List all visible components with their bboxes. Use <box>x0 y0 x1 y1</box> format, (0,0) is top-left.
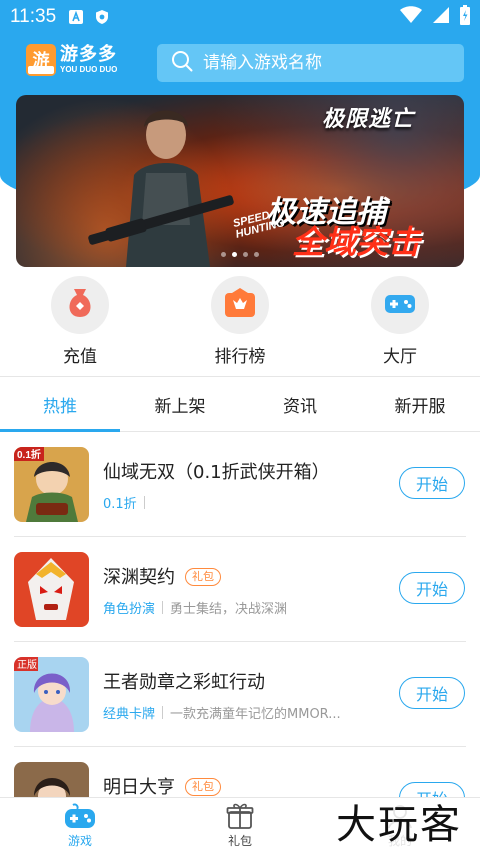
game-name: 仙域无双（0.1折武侠开箱） <box>103 462 330 483</box>
tab-news[interactable]: 资讯 <box>240 377 360 431</box>
game-tag: 0.1折 <box>103 497 137 512</box>
quick-action-label: 排行榜 <box>214 347 266 367</box>
nav-games[interactable]: 游戏 <box>30 802 130 849</box>
quick-action-recharge[interactable]: 充值 <box>30 276 130 367</box>
tab-new-arrivals[interactable]: 新上架 <box>120 377 240 431</box>
game-thumbnail[interactable] <box>14 762 89 797</box>
banner-dot[interactable] <box>243 252 248 257</box>
banner-game-logo: 极限逃亡 <box>322 107 415 132</box>
money-bag-icon <box>62 285 98 325</box>
signal-icon <box>432 6 450 28</box>
start-button[interactable]: 开始 <box>399 782 465 797</box>
game-list: 0.1折 仙域无双（0.1折武侠开箱） 0.1折 开始 深渊契约 礼包 角色扮演… <box>0 432 480 797</box>
wifi-icon <box>400 6 422 28</box>
app-screen: 11:35 游 游多多 YOU DUO DUO 请输入游戏名称 极限逃亡 极速追… <box>0 0 480 854</box>
banner-dot[interactable] <box>254 252 259 257</box>
search-input[interactable] <box>203 53 464 73</box>
banner-dot[interactable] <box>221 252 226 257</box>
app-name: 游多多 <box>60 44 117 65</box>
meta-divider <box>162 706 164 719</box>
quick-action-lobby[interactable]: 大厅 <box>350 276 450 367</box>
game-thumbnail[interactable]: 正版 <box>14 657 89 732</box>
status-time: 11:35 <box>10 6 57 27</box>
battery-icon <box>460 5 470 29</box>
logo-badge: 游 <box>26 44 56 76</box>
gift-badge: 礼包 <box>185 568 221 586</box>
quick-action-label: 充值 <box>63 347 97 367</box>
game-thumbnail[interactable]: 0.1折 <box>14 447 89 522</box>
category-tabs: 热推 新上架 资讯 新开服 <box>0 376 480 432</box>
soldier-illustration <box>88 110 234 267</box>
game-meta: 角色扮演 勇士集结，决战深渊 <box>103 598 287 617</box>
list-item[interactable]: 明日大亨礼包 开始 <box>0 747 480 797</box>
nav-gifts[interactable]: 礼包 <box>190 802 290 849</box>
gamepad-icon <box>382 285 418 325</box>
list-item[interactable]: 0.1折 仙域无双（0.1折武侠开箱） 0.1折 开始 <box>0 432 480 537</box>
meta-divider <box>143 496 145 509</box>
game-name: 王者勋章之彩虹行动 <box>103 672 265 693</box>
app-name-en: YOU DUO DUO <box>60 65 118 74</box>
promo-banner[interactable]: 极限逃亡 极速追捕 SPEED HUNTING 全域突击 <box>16 95 464 267</box>
watermark-text: 大玩客 <box>332 802 466 848</box>
shield-icon <box>94 9 110 25</box>
game-meta: 经典卡牌 一款充满童年记忆的MMOR... <box>103 703 341 722</box>
start-button[interactable]: 开始 <box>399 572 465 604</box>
banner-dot-active[interactable] <box>232 252 237 257</box>
quick-action-label: 大厅 <box>383 347 417 367</box>
quick-action-ranking[interactable]: 排行榜 <box>190 276 290 367</box>
meta-divider <box>162 601 164 614</box>
status-bar: 11:35 <box>0 0 480 34</box>
tab-hot[interactable]: 热推 <box>0 377 120 432</box>
game-thumbnail[interactable] <box>14 552 89 627</box>
game-thumbnail-badge: 正版 <box>17 658 37 671</box>
game-thumbnail-badge: 0.1折 <box>17 448 41 461</box>
nav-label: 礼包 <box>227 834 252 848</box>
search-icon <box>171 50 193 76</box>
search-bar[interactable] <box>157 44 464 82</box>
game-name: 深渊契约 礼包 <box>103 563 221 589</box>
game-tag: 经典卡牌 <box>103 707 156 722</box>
game-name: 明日大亨 礼包 <box>103 773 221 797</box>
tab-new-servers[interactable]: 新开服 <box>360 377 480 431</box>
start-button[interactable]: 开始 <box>399 677 465 709</box>
list-item[interactable]: 深渊契约 礼包 角色扮演 勇士集结，决战深渊 开始 <box>0 537 480 642</box>
start-button[interactable]: 开始 <box>399 467 465 499</box>
gamepad-icon <box>64 803 96 832</box>
quick-actions: 充值 排行榜 大厅 <box>0 276 480 372</box>
game-description: 勇士集结，决战深渊 <box>170 602 288 617</box>
notification-a-icon <box>68 9 84 25</box>
game-meta: 0.1折 <box>103 493 152 512</box>
game-description: 一款充满童年记忆的MMOR... <box>170 707 341 722</box>
gift-badge: 礼包 <box>185 778 221 796</box>
list-item[interactable]: 正版 王者勋章之彩虹行动 经典卡牌 一款充满童年记忆的MMOR... 开始 <box>0 642 480 747</box>
game-tag: 角色扮演 <box>103 602 156 617</box>
app-logo: 游 游多多 YOU DUO DUO <box>26 44 117 76</box>
top-bar: 游 游多多 YOU DUO DUO <box>0 40 480 88</box>
crown-folder-icon <box>222 285 258 325</box>
gift-box-icon <box>226 802 254 833</box>
banner-pagination <box>16 252 464 257</box>
nav-label: 游戏 <box>67 834 92 848</box>
